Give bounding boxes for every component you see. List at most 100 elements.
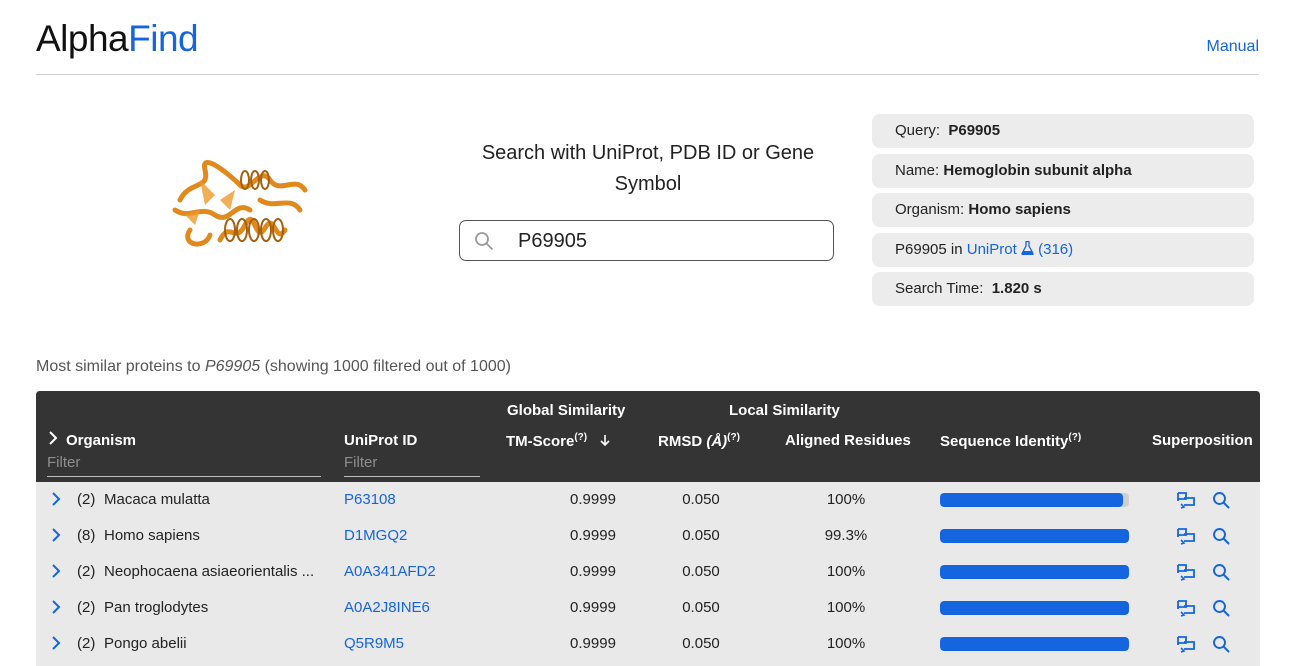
app-logo[interactable]: AlphaFind bbox=[36, 18, 199, 60]
uniprot-link[interactable]: UniProt bbox=[967, 241, 1017, 258]
row-rmsd: 0.050 bbox=[682, 599, 720, 616]
group-header-global: Global Similarity bbox=[507, 402, 626, 419]
sequence-identity-fill bbox=[940, 493, 1124, 507]
search-input[interactable]: P69905 bbox=[459, 220, 834, 261]
superposition-icon[interactable] bbox=[1176, 527, 1196, 545]
view-structure-magnifier-icon[interactable] bbox=[1212, 491, 1230, 509]
superposition-icon[interactable] bbox=[1176, 563, 1196, 581]
row-uniprot-link[interactable]: A0A2J8INE6 bbox=[344, 599, 430, 616]
row-rmsd: 0.050 bbox=[682, 635, 720, 652]
row-aligned-residues: 100% bbox=[826, 563, 866, 580]
summary-prefix: Most similar proteins to bbox=[36, 358, 201, 375]
search-icon bbox=[475, 232, 493, 250]
view-structure-magnifier-icon[interactable] bbox=[1212, 599, 1230, 617]
search-value: P69905 bbox=[518, 230, 587, 252]
col-superposition: Superposition bbox=[1152, 432, 1253, 449]
sequence-identity-bar bbox=[940, 529, 1129, 543]
expand-row-chevron-icon[interactable] bbox=[49, 528, 63, 542]
rmsd-help-icon[interactable]: (?) bbox=[727, 432, 740, 443]
search-time-label: Search Time: bbox=[895, 280, 984, 297]
col-tm-label: TM-Score bbox=[506, 433, 575, 450]
header-divider bbox=[36, 74, 1259, 75]
expand-row-chevron-icon[interactable] bbox=[49, 600, 63, 614]
expand-row-chevron-icon[interactable] bbox=[49, 492, 63, 506]
sequence-identity-bar bbox=[940, 493, 1129, 507]
name-label: Name: bbox=[895, 161, 940, 179]
col-uniprot[interactable]: UniProt ID bbox=[344, 432, 417, 449]
uniprot-count[interactable]: (316) bbox=[1038, 241, 1073, 258]
row-aligned-residues: 100% bbox=[826, 599, 866, 616]
name-value: Hemoglobin subunit alpha bbox=[943, 161, 1132, 179]
query-value: P69905 bbox=[948, 122, 1001, 139]
group-header-local: Local Similarity bbox=[729, 402, 840, 419]
summary-suffix: (showing 1000 filtered out of 1000) bbox=[264, 358, 511, 375]
sequence-identity-bar bbox=[940, 637, 1129, 651]
table-row: (2) Pongo abelii Q5R9M5 0.9999 0.050 100… bbox=[36, 626, 1260, 662]
results-table: Global Similarity Local Similarity Organ… bbox=[36, 391, 1260, 666]
summary-query: P69905 bbox=[204, 358, 261, 375]
sequence-identity-bar bbox=[940, 565, 1129, 579]
row-uniprot-link[interactable]: D1MGQ2 bbox=[344, 527, 407, 544]
table-row: (2) Macaca mulatta P63108 0.9999 0.050 1… bbox=[36, 482, 1260, 518]
uniprot-info: P69905 in UniProt (316) bbox=[872, 232, 1254, 267]
col-rmsd-unit: (Å) bbox=[706, 433, 728, 450]
view-structure-magnifier-icon[interactable] bbox=[1212, 635, 1230, 653]
flask-icon[interactable] bbox=[1021, 240, 1034, 255]
sequence-identity-fill bbox=[940, 601, 1129, 615]
row-organism: Pongo abelii bbox=[104, 635, 187, 652]
manual-link[interactable]: Manual bbox=[1207, 38, 1259, 56]
col-tm-score[interactable]: TM-Score(?) bbox=[506, 432, 611, 450]
row-organism: Homo sapiens bbox=[104, 527, 200, 544]
row-uniprot-link[interactable]: P63108 bbox=[344, 491, 396, 508]
table-row: (2) Pan troglodytes A0A2J8INE6 0.9999 0.… bbox=[36, 590, 1260, 626]
organism-label: Organism: bbox=[895, 201, 965, 218]
organism-filter-input[interactable]: Filter bbox=[47, 454, 321, 477]
row-rmsd: 0.050 bbox=[682, 527, 720, 544]
sequence-identity-fill bbox=[940, 565, 1129, 579]
row-count: (2) bbox=[77, 635, 96, 652]
view-structure-magnifier-icon[interactable] bbox=[1212, 527, 1230, 545]
sequence-identity-fill bbox=[940, 637, 1129, 651]
col-organism[interactable]: Organism bbox=[66, 432, 136, 449]
tm-help-icon[interactable]: (?) bbox=[574, 432, 587, 443]
superposition-icon[interactable] bbox=[1176, 491, 1196, 509]
table-row: (2) Neophocaena asiaeorientalis ... A0A3… bbox=[36, 554, 1260, 590]
row-count: (2) bbox=[77, 491, 96, 508]
organism-value: Homo sapiens bbox=[968, 201, 1071, 218]
query-info-panel: Query: P69905 Name: Hemoglobin subunit a… bbox=[872, 114, 1254, 312]
row-rmsd: 0.050 bbox=[682, 563, 720, 580]
expand-all-chevron-icon[interactable] bbox=[47, 431, 59, 445]
row-organism: Neophocaena asiaeorientalis ... bbox=[104, 563, 315, 580]
protein-structure-image bbox=[172, 160, 308, 247]
col-rmsd-label: RMSD bbox=[658, 433, 703, 450]
row-uniprot-link[interactable]: Q5R9M5 bbox=[344, 635, 404, 652]
col-sequence-identity[interactable]: Sequence Identity(?) bbox=[940, 432, 1081, 450]
sequence-identity-bar bbox=[940, 601, 1129, 615]
row-count: (2) bbox=[77, 599, 96, 616]
uniprot-filter-input[interactable]: Filter bbox=[344, 454, 480, 477]
superposition-icon[interactable] bbox=[1176, 635, 1196, 653]
table-header: Global Similarity Local Similarity Organ… bbox=[36, 391, 1260, 482]
view-structure-magnifier-icon[interactable] bbox=[1212, 563, 1230, 581]
search-title: Search with UniProt, PDB ID or Gene Symb… bbox=[481, 142, 815, 195]
seqid-help-icon[interactable]: (?) bbox=[1068, 432, 1081, 443]
row-count: (2) bbox=[77, 563, 96, 580]
logo-alpha: Alpha bbox=[36, 18, 129, 59]
superposition-icon[interactable] bbox=[1176, 599, 1196, 617]
row-aligned-residues: 99.3% bbox=[824, 527, 868, 544]
row-organism: Macaca mulatta bbox=[104, 491, 210, 508]
row-uniprot-link[interactable]: A0A341AFD2 bbox=[344, 563, 436, 580]
results-summary: Most similar proteins to P69905 (showing… bbox=[36, 358, 511, 376]
expand-row-chevron-icon[interactable] bbox=[49, 564, 63, 578]
col-rmsd[interactable]: RMSD (Å)(?) bbox=[658, 432, 740, 450]
sequence-identity-fill bbox=[940, 529, 1129, 543]
uniprot-prefix: P69905 in bbox=[895, 240, 963, 258]
row-organism: Pan troglodytes bbox=[104, 599, 209, 616]
name-info: Name: Hemoglobin subunit alpha bbox=[872, 153, 1254, 188]
row-aligned-residues: 100% bbox=[826, 635, 866, 652]
search-time-info: Search Time: 1.820 s bbox=[872, 272, 1254, 306]
col-seqid-label: Sequence Identity bbox=[940, 433, 1069, 450]
sort-desc-arrow-icon[interactable] bbox=[599, 434, 611, 447]
col-aligned-residues[interactable]: Aligned Residues bbox=[785, 432, 911, 449]
expand-row-chevron-icon[interactable] bbox=[49, 636, 63, 650]
